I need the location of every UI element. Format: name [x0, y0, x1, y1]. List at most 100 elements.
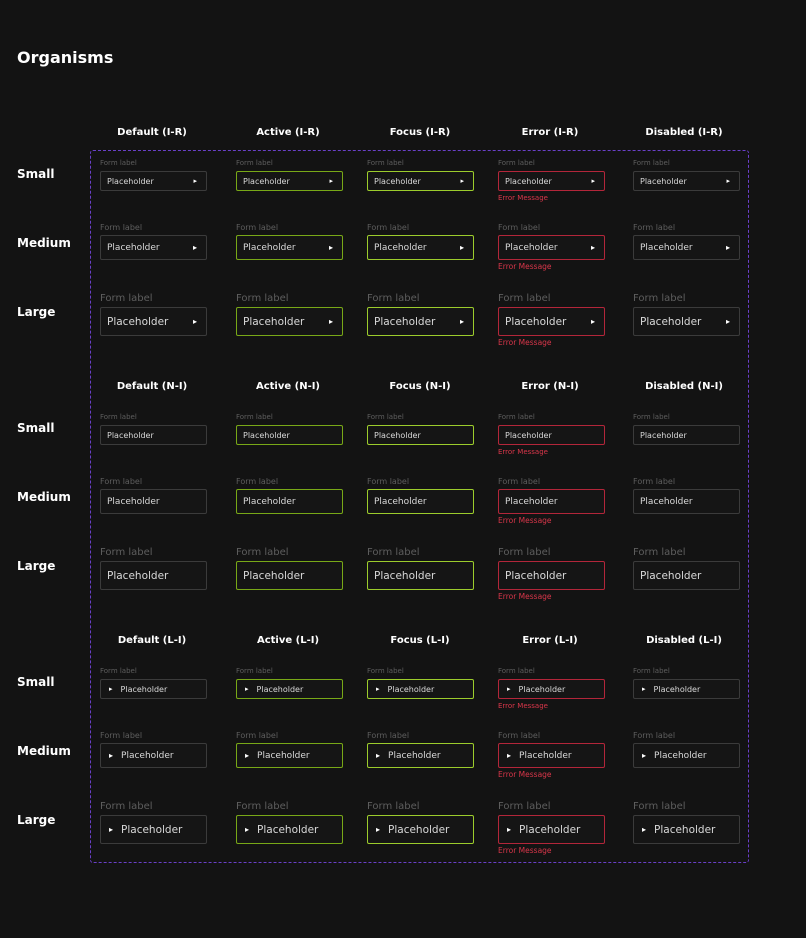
input-box[interactable]: Placeholder ▸ [100, 307, 207, 336]
column-header-disabled-ir: Disabled (I-R) [645, 127, 723, 138]
input-box[interactable]: Placeholder [236, 489, 343, 514]
input-box[interactable]: ▸ Placeholder [367, 679, 474, 699]
row-label-medium: Medium [17, 490, 71, 504]
caret-right-icon: ▸ [328, 316, 333, 326]
column-header-focus-li: Focus (L-I) [390, 635, 450, 646]
form-field-ni-error-medium: Form label Placeholder Error Message [498, 478, 605, 524]
form-field-ir-focus-medium: Form label Placeholder ▸ [367, 224, 474, 260]
input-box[interactable]: ▸ Placeholder [498, 679, 605, 699]
form-label: Form label [100, 223, 143, 232]
input-placeholder: Placeholder [505, 315, 567, 328]
input-box[interactable]: ▸ Placeholder [236, 743, 343, 768]
input-box: ▸ Placeholder [633, 679, 740, 699]
input-box[interactable]: Placeholder ▸ [498, 235, 605, 260]
form-label: Form label [100, 413, 137, 421]
error-message: Error Message [498, 846, 552, 855]
input-box[interactable]: Placeholder [367, 489, 474, 514]
input-box[interactable]: Placeholder [236, 425, 343, 445]
input-box[interactable]: Placeholder ▸ [498, 171, 605, 191]
input-placeholder: Placeholder [653, 684, 701, 694]
form-label: Form label [498, 547, 551, 558]
form-label: Form label [236, 667, 273, 675]
form-field-ni-focus-large: Form label Placeholder [367, 548, 474, 590]
input-box[interactable]: Placeholder [100, 561, 207, 590]
input-placeholder: Placeholder [505, 569, 567, 582]
input-box[interactable]: Placeholder ▸ [100, 171, 207, 191]
form-label: Form label [498, 667, 535, 675]
input-box[interactable]: Placeholder ▸ [236, 307, 343, 336]
input-box[interactable]: Placeholder [498, 425, 605, 445]
caret-right-icon: ▸ [507, 684, 511, 693]
form-field-li-active-medium: Form label ▸ Placeholder [236, 732, 343, 768]
caret-right-icon: ▸ [507, 750, 512, 760]
input-placeholder: Placeholder [640, 315, 702, 328]
input-box: Placeholder [633, 561, 740, 590]
input-box[interactable]: ▸ Placeholder [367, 743, 474, 768]
column-header-disabled-li: Disabled (L-I) [646, 635, 722, 646]
caret-right-icon: ▸ [642, 824, 647, 834]
form-field-ni-disabled-large: Form label Placeholder [633, 548, 740, 590]
input-placeholder: Placeholder [640, 496, 693, 507]
input-placeholder: Placeholder [121, 750, 174, 761]
input-box: ▸ Placeholder [633, 815, 740, 844]
input-box[interactable]: Placeholder [498, 561, 605, 590]
caret-right-icon: ▸ [193, 176, 197, 185]
input-box[interactable]: Placeholder [100, 425, 207, 445]
input-box[interactable]: ▸ Placeholder [100, 743, 207, 768]
input-placeholder: Placeholder [640, 176, 687, 186]
form-field-li-error-small: Form label ▸ Placeholder Error Message [498, 667, 605, 710]
caret-right-icon: ▸ [109, 824, 114, 834]
input-box[interactable]: Placeholder ▸ [236, 235, 343, 260]
row-label-medium: Medium [17, 236, 71, 250]
input-placeholder: Placeholder [388, 823, 450, 836]
column-header-active-li: Active (L-I) [256, 635, 320, 646]
column-header-default-li: Default (L-I) [117, 635, 187, 646]
form-field-ir-disabled-small: Form label Placeholder ▸ [633, 160, 740, 191]
caret-right-icon: ▸ [725, 316, 730, 326]
input-box[interactable]: Placeholder [367, 561, 474, 590]
form-field-ni-error-large: Form label Placeholder Error Message [498, 547, 605, 600]
form-field-ir-disabled-large: Form label Placeholder ▸ [633, 294, 740, 336]
input-box[interactable]: Placeholder ▸ [498, 307, 605, 336]
input-box[interactable]: Placeholder [236, 561, 343, 590]
input-placeholder: Placeholder [387, 684, 435, 694]
input-box[interactable]: Placeholder ▸ [236, 171, 343, 191]
input-box[interactable]: Placeholder [367, 425, 474, 445]
caret-right-icon: ▸ [590, 242, 595, 252]
column-header-default-ni: Default (N-I) [116, 381, 188, 392]
error-message: Error Message [498, 592, 552, 601]
form-label: Form label [100, 801, 153, 812]
input-box[interactable]: ▸ Placeholder [100, 815, 207, 844]
input-placeholder: Placeholder [243, 430, 290, 440]
form-label: Form label [236, 477, 279, 486]
input-placeholder: Placeholder [243, 315, 305, 328]
input-box[interactable]: Placeholder [498, 489, 605, 514]
form-field-ir-disabled-medium: Form label Placeholder ▸ [633, 224, 740, 260]
input-box[interactable]: ▸ Placeholder [367, 815, 474, 844]
form-field-ir-default-medium: Form label Placeholder ▸ [100, 223, 207, 260]
caret-right-icon: ▸ [329, 176, 333, 185]
input-box[interactable]: Placeholder ▸ [367, 307, 474, 336]
input-box[interactable]: ▸ Placeholder [236, 679, 343, 699]
input-placeholder: Placeholder [640, 430, 687, 440]
form-field-li-disabled-small: Form label ▸ Placeholder [633, 668, 740, 699]
form-label: Form label [633, 413, 670, 421]
input-box[interactable]: ▸ Placeholder [236, 815, 343, 844]
form-label: Form label [236, 801, 289, 812]
input-box[interactable]: Placeholder ▸ [367, 235, 474, 260]
input-box[interactable]: Placeholder [100, 489, 207, 514]
form-field-li-active-large: Form label ▸ Placeholder [236, 801, 343, 844]
input-box[interactable]: ▸ Placeholder [498, 743, 605, 768]
input-box[interactable]: ▸ Placeholder [100, 679, 207, 699]
form-label: Form label [100, 293, 153, 304]
caret-right-icon: ▸ [245, 684, 249, 693]
form-field-ir-active-small: Form label Placeholder ▸ [236, 160, 343, 191]
input-box[interactable]: Placeholder ▸ [367, 171, 474, 191]
input-box[interactable]: ▸ Placeholder [498, 815, 605, 844]
input-placeholder: Placeholder [505, 496, 558, 507]
form-field-ir-default-large: Form label Placeholder ▸ [100, 293, 207, 336]
form-field-ni-default-medium: Form label Placeholder [100, 478, 207, 514]
input-box[interactable]: Placeholder ▸ [100, 235, 207, 260]
form-field-ir-active-medium: Form label Placeholder ▸ [236, 224, 343, 260]
form-field-li-focus-small: Form label ▸ Placeholder [367, 668, 474, 699]
